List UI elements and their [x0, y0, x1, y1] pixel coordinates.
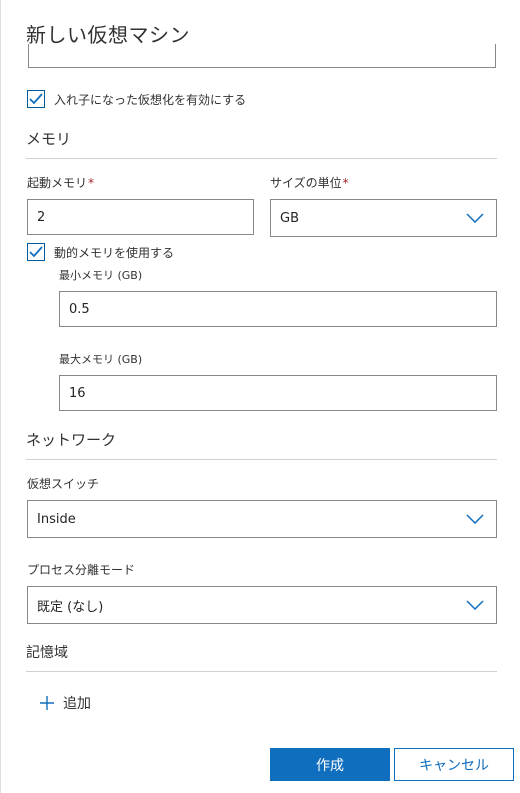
max-memory-label: 最大メモリ (GB)	[59, 353, 143, 366]
virtual-switch-value: Inside	[37, 511, 76, 527]
required-marker: *	[88, 176, 95, 190]
chevron-down-icon	[466, 212, 484, 224]
min-memory-input[interactable]: 0.5	[59, 291, 497, 327]
virtual-switch-label: 仮想スイッチ	[27, 477, 100, 491]
checkmark-icon	[29, 93, 43, 105]
previous-field-bottom[interactable]	[28, 44, 496, 68]
chevron-down-icon	[466, 599, 484, 611]
isolation-mode-label: プロセス分離モード	[27, 563, 136, 577]
required-marker: *	[342, 176, 349, 190]
isolation-mode-select[interactable]: 既定 (なし)	[27, 586, 497, 624]
add-storage-label: 追加	[63, 696, 91, 712]
size-unit-label-text: サイズの単位	[270, 176, 342, 190]
nested-virtualization-label: 入れ子になった仮想化を有効にする	[54, 92, 247, 107]
size-unit-value: GB	[280, 210, 299, 226]
nested-virtualization-checkbox[interactable]	[27, 90, 45, 108]
add-storage-button[interactable]: 追加	[39, 693, 91, 713]
startup-memory-input[interactable]: 2	[27, 199, 254, 235]
isolation-mode-value: 既定 (なし)	[37, 599, 104, 615]
virtual-switch-select[interactable]: Inside	[27, 500, 497, 538]
startup-memory-label: 起動メモリ*	[27, 174, 94, 191]
cancel-button[interactable]: キャンセル	[394, 748, 514, 781]
network-section-header: ネットワーク	[26, 429, 497, 460]
storage-section-header: 記憶域	[26, 642, 497, 672]
dynamic-memory-checkbox[interactable]	[27, 243, 45, 261]
size-unit-label: サイズの単位*	[270, 174, 349, 191]
size-unit-select[interactable]: GB	[270, 199, 497, 237]
chevron-down-icon	[466, 513, 484, 525]
dynamic-memory-row[interactable]: 動的メモリを使用する	[27, 243, 174, 261]
memory-section-header: メモリ	[26, 128, 497, 159]
startup-memory-label-text: 起動メモリ	[27, 176, 88, 190]
create-button[interactable]: 作成	[270, 748, 390, 781]
checkmark-icon	[29, 246, 43, 258]
dynamic-memory-label: 動的メモリを使用する	[54, 245, 175, 260]
plus-icon	[39, 695, 55, 711]
new-vm-panel: 新しい仮想マシン 入れ子になった仮想化を有効にする メモリ 起動メモリ* 2 サ…	[0, 0, 520, 793]
min-memory-label: 最小メモリ (GB)	[59, 269, 143, 282]
max-memory-input[interactable]: 16	[59, 375, 497, 411]
nested-virtualization-row[interactable]: 入れ子になった仮想化を有効にする	[27, 90, 246, 108]
